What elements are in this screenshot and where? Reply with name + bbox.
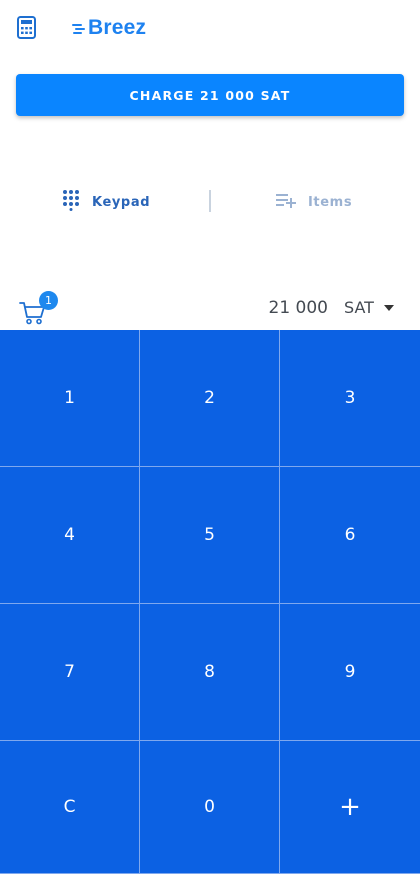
logo-text: Breez [88,16,147,39]
amount-row: 1 21 000 SAT [0,288,420,328]
tab-divider [209,190,211,212]
key-1[interactable]: 1 [0,330,140,467]
currency-label: SAT [344,298,374,317]
charge-button[interactable]: CHARGE 21 000 SAT [16,74,404,116]
keypad-grid-icon [62,189,80,216]
key-clear[interactable]: C [0,741,140,874]
calculator-icon[interactable] [16,16,38,40]
keypad: 1 2 3 4 5 6 7 8 9 C 0 + [0,330,420,874]
chevron-down-icon [383,304,394,311]
logo-speed-lines-icon [72,24,85,34]
tab-keypad[interactable]: Keypad [62,180,150,224]
key-9[interactable]: 9 [280,604,420,741]
breez-logo: Breez [72,14,146,42]
currency-dropdown[interactable]: SAT [344,298,394,317]
playlist-add-icon [276,192,296,213]
key-0[interactable]: 0 [140,741,280,874]
top-bar: Breez [0,0,420,58]
amount-value: 21 000 [268,298,328,318]
key-3[interactable]: 3 [280,330,420,467]
tab-bar: Keypad Items [0,180,420,224]
key-2[interactable]: 2 [140,330,280,467]
key-plus[interactable]: + [280,741,420,874]
key-8[interactable]: 8 [140,604,280,741]
tab-items[interactable]: Items [276,180,352,224]
cart-badge: 1 [39,291,58,310]
key-5[interactable]: 5 [140,467,280,604]
tab-keypad-label: Keypad [92,194,151,210]
key-6[interactable]: 6 [280,467,420,604]
tab-items-label: Items [308,194,353,210]
key-4[interactable]: 4 [0,467,140,604]
key-7[interactable]: 7 [0,604,140,741]
